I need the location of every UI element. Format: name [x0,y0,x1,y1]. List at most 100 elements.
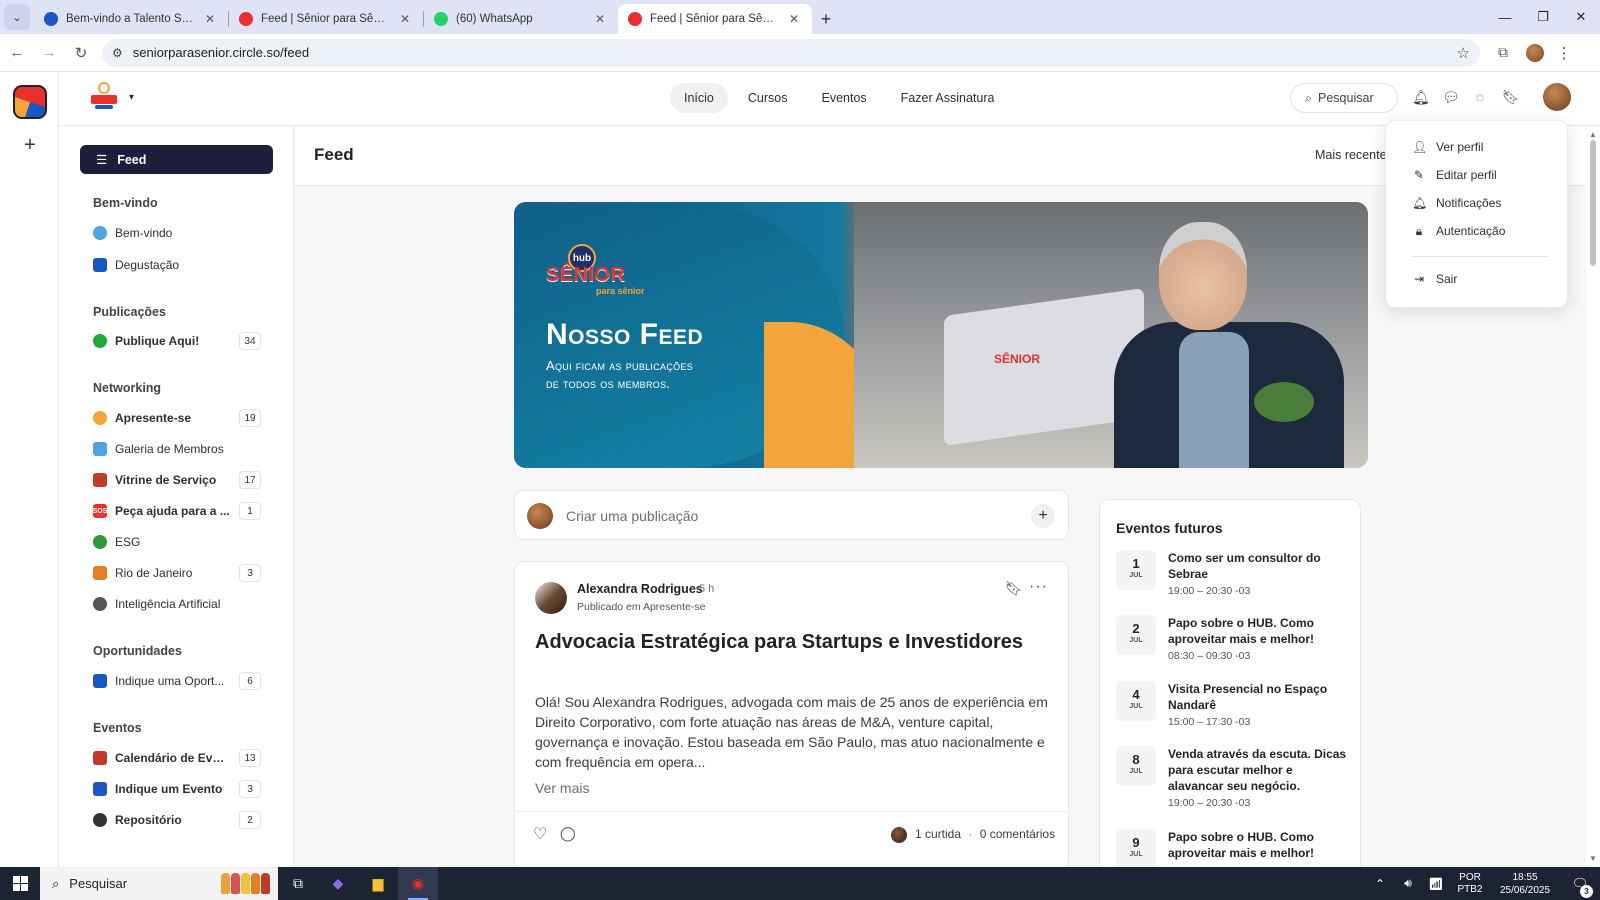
sidebar-item-peca-ajuda[interactable]: SOS Peça ajuda para a ... 1 [93,500,261,522]
sidebar-item-galeria-de-membros[interactable]: Galeria de Membros [93,438,261,460]
back-icon[interactable]: ← [2,38,32,68]
nav-inicio[interactable]: Início [670,83,728,113]
sort-dropdown[interactable]: Mais recente [1315,148,1387,162]
taskbar-search[interactable]: ⌕ Pesquisar [40,867,278,900]
sidebar-item-publique-aqui[interactable]: Publique Aqui! 34 [93,330,261,352]
people-icon [93,442,107,456]
bell-icon[interactable]: 🔔︎ [1412,88,1430,106]
messages-icon[interactable]: ◌ [1472,88,1488,106]
copilot-icon[interactable]: ◆ [318,867,358,900]
post-time[interactable]: 5 h [699,583,714,595]
sidebar-item-vitrine-de-servico[interactable]: Vitrine de Serviço 17 [93,469,261,491]
network-icon[interactable]: 📶︎ [1422,877,1450,891]
clock[interactable]: 18:55 25/06/2025 [1490,871,1560,897]
heart-icon[interactable]: ♡ [533,824,547,844]
chrome-icon[interactable]: ◉ [398,867,438,900]
community-logo[interactable] [13,85,47,119]
sidebar-item-apresente-se[interactable]: Apresente-se 19 [93,407,261,429]
restore-icon[interactable]: ❐ [1524,0,1562,34]
sidebar-item-degustacao[interactable]: Degustação [93,254,261,276]
tab-search-button[interactable]: ⌄ [4,4,30,30]
likes-count[interactable]: 1 curtida [915,827,961,841]
menu-item-autenticacao[interactable]: 🔒︎ Autenticação [1412,221,1506,241]
close-icon[interactable]: ✕ [592,12,608,26]
browser-tab[interactable]: Bem-vindo a Talento Senior | Ta ✕ [34,4,228,34]
sidebar-section-title[interactable]: Oportunidades [93,644,182,658]
sidebar-section-title[interactable]: Publicações [93,305,166,319]
add-post-icon[interactable]: + [1031,504,1055,528]
address-bar[interactable]: ⚙ seniorparasenior.circle.so/feed ☆ [102,38,1480,67]
sidebar-item-bem-vindo[interactable]: Bem-vindo [93,222,261,244]
scroll-down-icon[interactable]: ▼ [1589,854,1597,863]
event-name[interactable]: Como ser um consultor do Sebrae [1168,550,1348,582]
sidebar-item-inteligencia-artificial[interactable]: Inteligência Artificial [93,593,261,615]
sidebar-feed-button[interactable]: ☰ Feed [80,145,273,174]
sidebar-item-repositorio[interactable]: Repositório 2 [93,809,261,831]
chevron-up-icon[interactable]: ⌃ [1366,877,1394,891]
chat-icon[interactable]: 💬︎ [1442,88,1460,106]
reload-icon[interactable]: ↻ [66,38,96,68]
browser-menu-icon[interactable]: ⋮ [1552,44,1576,62]
url-text[interactable]: seniorparasenior.circle.so/feed [133,45,1447,60]
scroll-up-icon[interactable]: ▲ [1589,130,1597,139]
new-tab-button[interactable]: + [812,5,840,33]
close-window-icon[interactable]: ✕ [1562,0,1600,34]
browser-profile-avatar[interactable] [1526,43,1544,62]
sidebar-item-indique-evento[interactable]: Indique um Evento 3 [93,778,261,800]
sidebar-item-esg[interactable]: ESG [93,531,261,553]
sidebar-item-rio-de-janeiro[interactable]: Rio de Janeiro 3 [93,562,261,584]
menu-item-notificacoes[interactable]: 🔔︎ Notificações [1412,193,1501,213]
post-author[interactable]: Alexandra Rodrigues [577,582,703,596]
event-name[interactable]: Papo sobre o HUB. Como aproveitar mais e… [1168,829,1348,861]
site-info-icon[interactable]: ⚙ [112,46,123,60]
nav-fazer-assinatura[interactable]: Fazer Assinatura [887,83,1009,113]
extensions-icon[interactable]: ⧉ [1488,44,1518,61]
minimize-icon[interactable]: — [1486,0,1524,34]
forward-icon[interactable]: → [34,38,64,68]
sidebar-item-indique-oportunidade[interactable]: Indique uma Oport... 6 [93,670,261,692]
avatar[interactable] [535,582,567,614]
bookmark-icon[interactable]: 🔖︎ [1502,88,1520,106]
event-name[interactable]: Papo sobre o HUB. Como aproveitar mais e… [1168,615,1348,647]
post-space[interactable]: Publicado em Apresente-se [577,601,705,613]
start-button[interactable] [0,867,40,900]
event-name[interactable]: Visita Presencial no Espaço Nandarê [1168,681,1348,713]
user-avatar[interactable] [1543,83,1571,111]
sidebar-section-title[interactable]: Bem-vindo [93,196,158,210]
event-day: 1 [1132,556,1140,571]
task-view-icon[interactable]: ⧉ [278,867,318,900]
menu-item-sair[interactable]: ⇥ Sair [1412,269,1457,289]
close-icon[interactable]: ✕ [202,12,218,26]
search-button[interactable]: ⌕ Pesquisar [1290,83,1398,113]
language-indicator[interactable]: POR PTB2 [1450,872,1490,896]
brand-switcher[interactable]: ▾ [89,82,134,112]
comment-icon[interactable]: ◯ [560,825,576,842]
menu-item-editar-perfil[interactable]: ✎ Editar perfil [1412,165,1497,185]
nav-cursos[interactable]: Cursos [734,83,802,113]
scrollbar-thumb[interactable] [1590,140,1596,266]
notification-center-icon[interactable]: 🗨︎ 3 [1560,876,1600,898]
bookmark-star-icon[interactable]: ☆ [1457,44,1470,62]
sidebar-item-calendario-eventos[interactable]: Calendário de Even... 13 [93,747,261,769]
bookmark-icon[interactable]: 🔖︎ [1005,580,1023,597]
event-name[interactable]: Venda através da escuta. Dicas para escu… [1168,746,1348,794]
page-scrollbar[interactable]: ▲ ▼ [1586,126,1600,867]
browser-tab[interactable]: Feed | Sênior para Sênior ✕ [229,4,423,34]
speaker-icon[interactable]: 🔊︎ [1394,876,1422,891]
close-icon[interactable]: ✕ [397,12,413,26]
close-icon[interactable]: ✕ [786,12,802,26]
comments-count[interactable]: 0 comentários [980,827,1055,841]
create-post-box[interactable]: Criar uma publicação + [514,490,1069,540]
create-post-placeholder[interactable]: Criar uma publicação [566,508,698,524]
sidebar-section-title[interactable]: Networking [93,381,161,395]
more-options-icon[interactable]: ··· [1029,578,1048,596]
browser-tab-active[interactable]: Feed | Sênior para Sênior ✕ [618,4,812,34]
menu-item-ver-perfil[interactable]: 👤︎ Ver perfil [1412,137,1483,157]
see-more-link[interactable]: Ver mais [535,780,589,796]
file-explorer-icon[interactable]: ▆ [358,867,398,900]
post-title[interactable]: Advocacia Estratégica para Startups e In… [535,630,1035,654]
browser-tab[interactable]: (60) WhatsApp ✕ [424,4,618,34]
sidebar-section-title[interactable]: Eventos [93,721,142,735]
add-community-icon[interactable]: + [18,134,42,157]
nav-eventos[interactable]: Eventos [807,83,880,113]
